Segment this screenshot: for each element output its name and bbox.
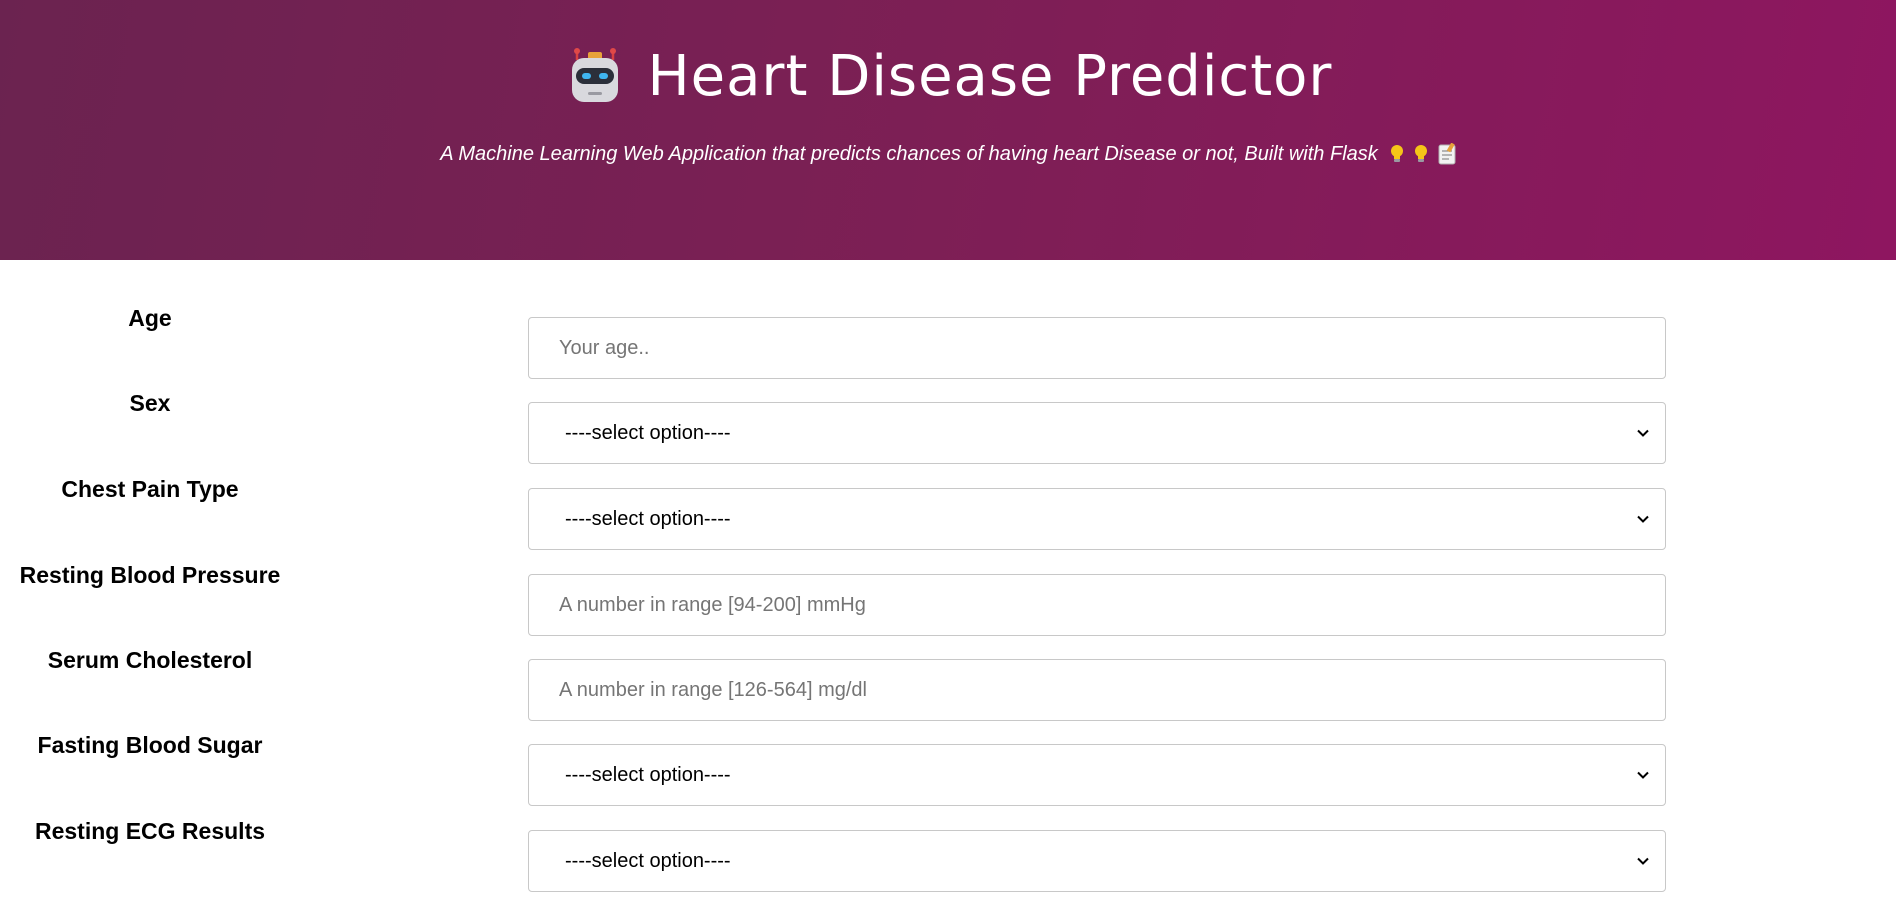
sex-label: Sex: [129, 390, 171, 416]
subtitle-text: A Machine Learning Web Application that …: [440, 143, 1378, 165]
resting-blood-pressure-input[interactable]: [528, 574, 1666, 636]
subtitle-emojis: [1390, 142, 1456, 165]
fasting-blood-sugar-select[interactable]: ----select option----: [528, 744, 1666, 806]
robot-icon: [564, 46, 626, 108]
sex-select[interactable]: ----select option----: [528, 402, 1666, 464]
fasting-blood-sugar-select-value: ----select option----: [565, 763, 731, 786]
chest-pain-type-label: Chest Pain Type: [61, 476, 239, 502]
resting-ecg-results-select[interactable]: ----select option----: [528, 830, 1666, 892]
serum-cholesterol-input[interactable]: [528, 659, 1666, 721]
chest-pain-type-select-value: ----select option----: [565, 507, 731, 530]
page-subtitle: A Machine Learning Web Application that …: [0, 140, 1896, 168]
chevron-down-icon: [1637, 429, 1649, 437]
title-row: Heart Disease Predictor: [0, 42, 1896, 112]
chevron-down-icon: [1637, 771, 1649, 779]
memo-icon: [1438, 142, 1456, 165]
chevron-down-icon: [1637, 515, 1649, 523]
fasting-blood-sugar-label: Fasting Blood Sugar: [37, 732, 263, 758]
page-title: Heart Disease Predictor: [647, 44, 1333, 109]
sex-select-value: ----select option----: [565, 421, 731, 444]
chevron-down-icon: [1637, 857, 1649, 865]
age-input[interactable]: [528, 317, 1666, 379]
lightbulb-icon: [1390, 144, 1404, 164]
lightbulb-icon: [1414, 144, 1428, 164]
resting-blood-pressure-label: Resting Blood Pressure: [19, 562, 281, 588]
chest-pain-type-select[interactable]: ----select option----: [528, 488, 1666, 550]
serum-cholesterol-label: Serum Cholesterol: [47, 647, 253, 673]
resting-ecg-results-label: Resting ECG Results: [34, 818, 266, 844]
page-header: Heart Disease Predictor A Machine Learni…: [0, 0, 1896, 260]
resting-ecg-results-select-value: ----select option----: [565, 849, 731, 872]
age-label: Age: [128, 305, 172, 331]
